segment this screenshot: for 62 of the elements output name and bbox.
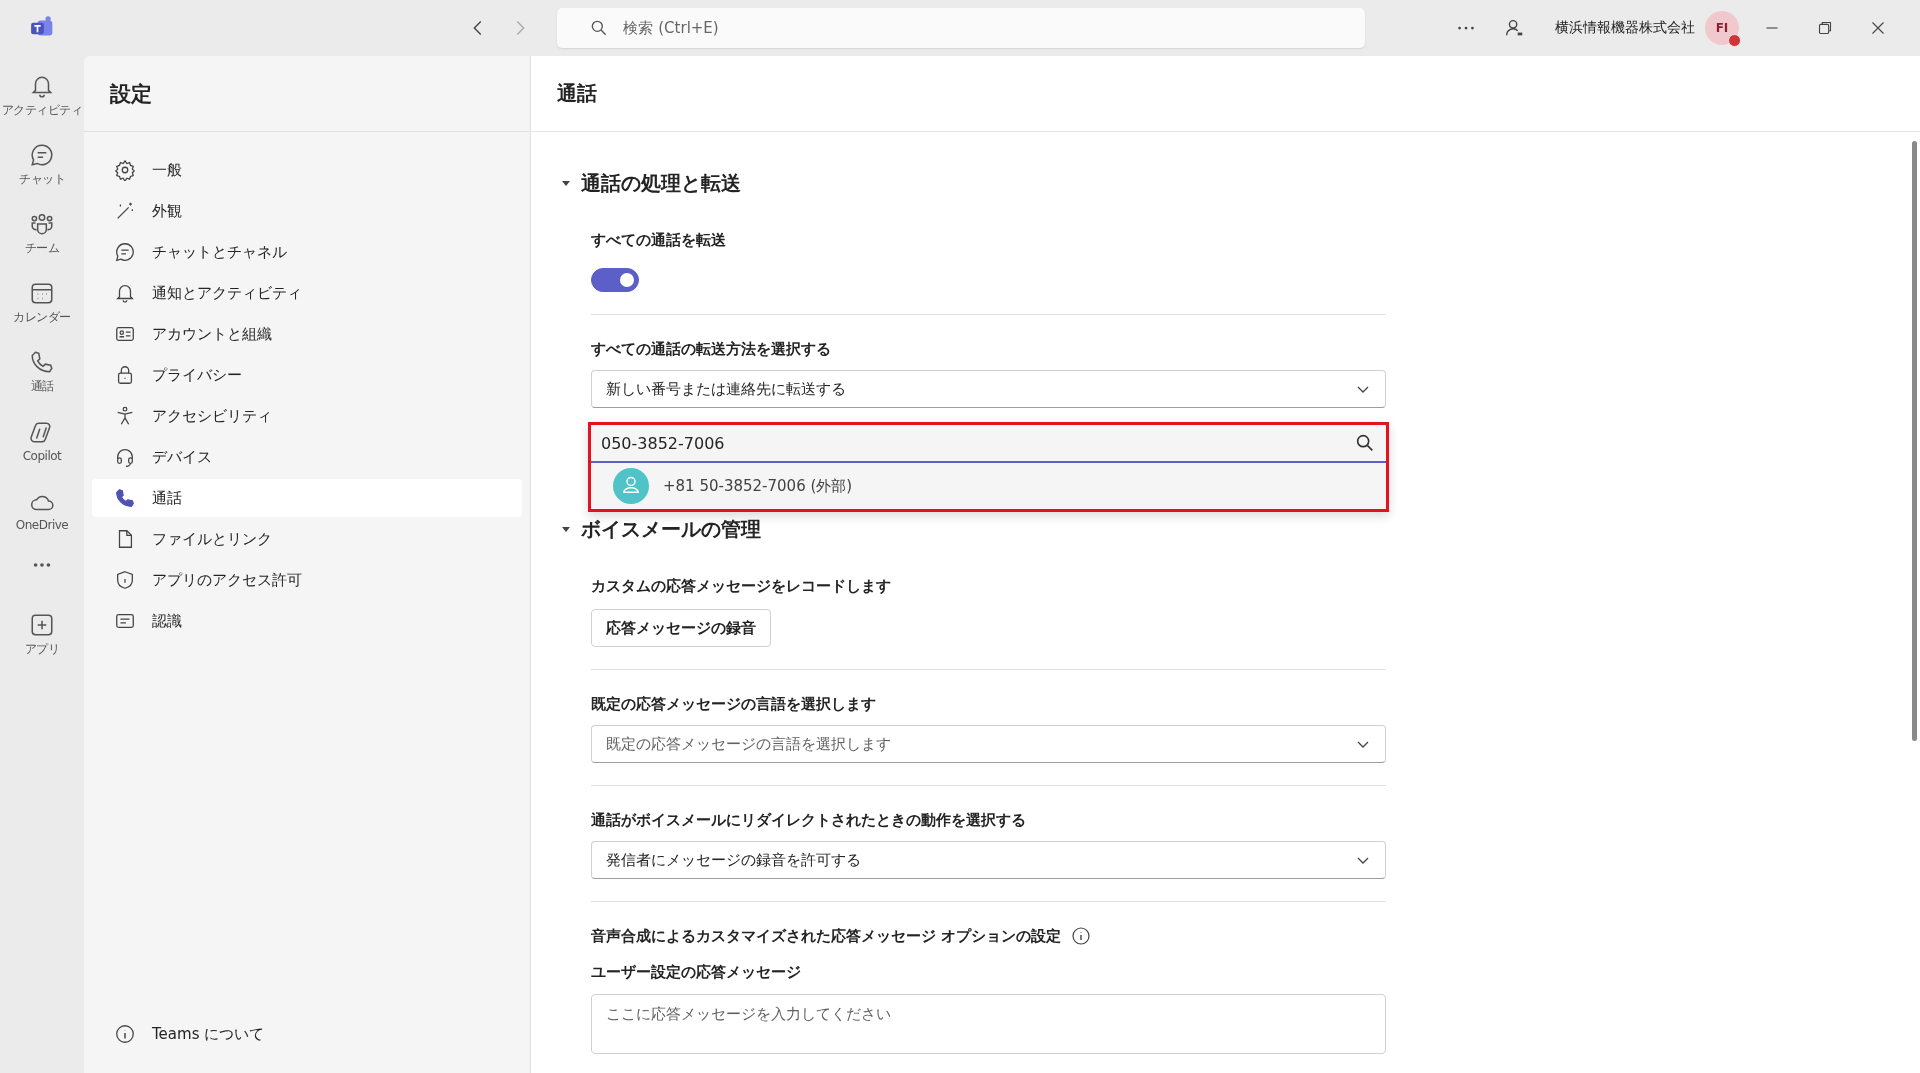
sidebar-item[interactable]: プライバシー <box>92 356 522 394</box>
message-field[interactable]: ここに応答メッセージを入力してください <box>591 994 1386 1054</box>
sidebar-title: 設定 <box>110 80 152 108</box>
rail-item[interactable]: アプリ <box>0 605 84 665</box>
toggle-switch[interactable] <box>591 268 639 292</box>
contact-avatar-icon <box>613 468 649 504</box>
sidebar-item[interactable]: アクセシビリティ <box>92 397 522 435</box>
caret-icon <box>561 524 571 534</box>
dropdown[interactable]: 発信者にメッセージの録音を許可する <box>591 841 1386 879</box>
search-icon <box>1354 432 1376 454</box>
caret-icon <box>561 178 571 188</box>
sidebar-item[interactable]: ファイルとリンク <box>92 520 522 558</box>
dropdown[interactable]: 既定の応答メッセージの言語を選択します <box>591 725 1386 763</box>
sidebar-item[interactable]: 外観 <box>92 192 522 230</box>
sidebar-item[interactable]: チャットとチャネル <box>92 233 522 271</box>
people-icon <box>29 211 55 237</box>
search-field[interactable]: 050-3852-7006 <box>591 425 1386 463</box>
page-title: 通話 <box>557 80 597 107</box>
gear-icon <box>114 159 136 181</box>
plus-icon <box>29 612 55 638</box>
info-icon[interactable] <box>1071 926 1092 946</box>
shield-icon <box>114 569 136 591</box>
record-button[interactable]: 応答メッセージの録音 <box>591 609 771 647</box>
scrollbar[interactable] <box>1912 141 1917 741</box>
field-label: すべての通話の転送方法を選択する <box>591 339 831 359</box>
presence-dot <box>1728 34 1741 47</box>
sidebar-item[interactable]: 通知とアクティビティ <box>92 274 522 312</box>
field-label: 既定の応答メッセージの言語を選択します <box>591 694 876 714</box>
sidebar-item[interactable]: アプリのアクセス許可 <box>92 561 522 599</box>
phone-icon <box>29 349 55 375</box>
field-label: ユーザー設定の応答メッセージ <box>591 962 801 982</box>
sidebar-item[interactable]: デバイス <box>92 438 522 476</box>
about-link[interactable]: Teams について <box>84 1015 265 1053</box>
phone-icon <box>114 487 136 509</box>
sidebar-item[interactable]: 一般 <box>92 151 522 189</box>
rail-item[interactable]: 通話 <box>0 342 84 402</box>
field-label: 音声合成によるカスタマイズされた応答メッセージ オプションの設定 <box>591 926 1062 946</box>
section-header[interactable]: 通話の処理と転送 <box>561 168 741 198</box>
section-header[interactable]: ボイスメールの管理 <box>561 514 761 544</box>
organization-name: 横浜情報機器株式会社 <box>1555 19 1695 37</box>
rail-item[interactable]: チャット <box>0 135 84 195</box>
sidebar-item[interactable]: 認識 <box>92 602 522 640</box>
dropdown[interactable]: 新しい番号または連絡先に転送する <box>591 370 1386 408</box>
field-label: カスタムの応答メッセージをレコードします <box>591 576 891 596</box>
headset-icon <box>114 446 136 468</box>
bell-icon <box>114 282 136 304</box>
field-label: 通話がボイスメールにリダイレクトされたときの動作を選択する <box>591 810 1026 830</box>
rail-item[interactable]: アクティビティ <box>0 66 84 126</box>
rail-item[interactable]: Copilot <box>0 411 84 471</box>
field-label: すべての通話を転送 <box>591 230 726 250</box>
info-icon <box>114 1023 136 1045</box>
rail-item[interactable]: カレンダー <box>0 273 84 333</box>
sidebar-item[interactable]: アカウントと組織 <box>92 315 522 353</box>
search-field[interactable]: 検索 (Ctrl+E) <box>557 8 1365 48</box>
chat-icon <box>29 142 55 168</box>
more-icon[interactable] <box>31 561 53 569</box>
chat-icon <box>114 241 136 263</box>
user-avatar[interactable]: FI <box>1705 11 1739 45</box>
sidebar-item[interactable]: 通話 <box>92 479 522 517</box>
rail-item[interactable]: チーム <box>0 204 84 264</box>
suggestion-item[interactable]: +81 50-3852-7006 (外部) <box>591 463 1386 509</box>
rail-item[interactable]: OneDrive <box>0 480 84 540</box>
